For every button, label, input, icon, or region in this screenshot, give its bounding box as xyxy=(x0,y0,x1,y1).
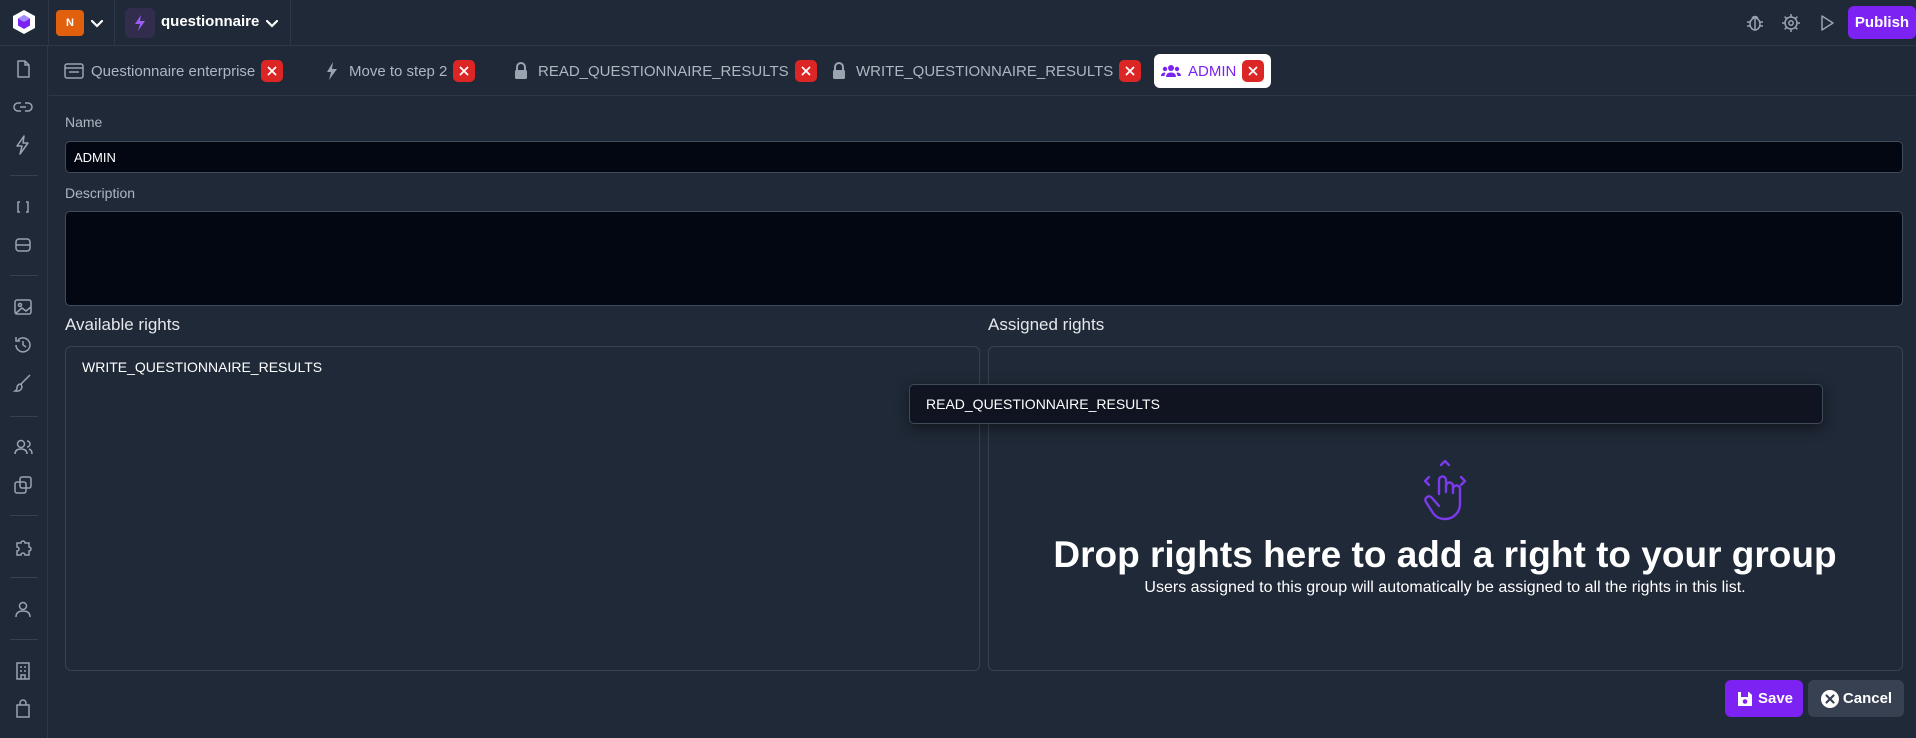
copy-icon[interactable] xyxy=(12,474,34,496)
tab-label: READ_QUESTIONNAIRE_RESULTS xyxy=(538,62,789,80)
dragging-right-item[interactable]: READ_QUESTIONNAIRE_RESULTS xyxy=(909,384,1823,424)
lock-icon xyxy=(833,62,845,79)
brush-icon[interactable] xyxy=(12,372,34,394)
tab-read-questionnaire-results[interactable]: READ_QUESTIONNAIRE_RESULTS xyxy=(510,54,817,88)
play-icon[interactable] xyxy=(1816,12,1838,34)
sidebar-separator xyxy=(10,515,38,516)
close-circle-icon xyxy=(1820,689,1839,708)
close-tab-button[interactable] xyxy=(453,60,476,82)
close-icon xyxy=(459,66,469,76)
history-icon[interactable] xyxy=(12,334,34,356)
tab-label: ADMIN xyxy=(1188,62,1237,80)
close-icon xyxy=(267,66,277,76)
close-tab-button[interactable] xyxy=(794,60,817,82)
sidebar xyxy=(0,46,48,738)
close-icon xyxy=(1125,66,1135,76)
cancel-button[interactable]: Cancel xyxy=(1808,680,1904,717)
save-button[interactable]: Save xyxy=(1725,680,1803,717)
description-textarea[interactable] xyxy=(65,211,1903,306)
tab-move-to-step-2[interactable]: Move to step 2 xyxy=(321,54,476,88)
users-group-icon xyxy=(1161,65,1181,77)
sidebar-separator xyxy=(10,577,38,578)
close-icon xyxy=(1248,66,1258,76)
document-icon[interactable] xyxy=(12,58,34,80)
description-label: Description xyxy=(65,185,136,201)
close-tab-button[interactable] xyxy=(1242,60,1265,82)
available-rights-list[interactable]: WRITE_QUESTIONNAIRE_RESULTS xyxy=(65,346,980,671)
lightning-icon[interactable] xyxy=(12,134,34,156)
drag-hand-icon xyxy=(1423,459,1467,521)
sidebar-separator xyxy=(10,175,38,176)
tab-label: Move to step 2 xyxy=(349,62,448,80)
app-icon[interactable] xyxy=(125,8,155,38)
close-tab-button[interactable] xyxy=(1119,60,1142,82)
database-icon[interactable] xyxy=(12,234,34,256)
divider xyxy=(48,0,49,46)
dropzone-subtitle: Users assigned to this group will automa… xyxy=(1144,579,1746,596)
lock-icon xyxy=(515,62,527,79)
tab-bar: Questionnaire enterprise Move to step 2 … xyxy=(49,46,1916,96)
tab-questionnaire-enterprise[interactable]: Questionnaire enterprise xyxy=(63,54,284,88)
cancel-label: Cancel xyxy=(1842,690,1893,707)
lightning-icon xyxy=(327,62,337,80)
building-icon[interactable] xyxy=(12,660,34,682)
bug-icon[interactable] xyxy=(1744,12,1766,34)
image-icon[interactable] xyxy=(12,296,34,318)
shopping-bag-icon[interactable] xyxy=(12,698,34,720)
divider xyxy=(290,0,291,46)
close-tab-button[interactable] xyxy=(261,60,284,82)
page-layout-icon xyxy=(64,63,84,79)
app-name[interactable]: questionnaire xyxy=(161,13,259,30)
name-label: Name xyxy=(65,114,103,130)
settings-icon[interactable] xyxy=(1780,12,1802,34)
floppy-disk-icon xyxy=(1737,691,1752,706)
available-right-item[interactable]: WRITE_QUESTIONNAIRE_RESULTS xyxy=(82,359,322,375)
name-input[interactable]: ADMIN xyxy=(65,141,1903,173)
chevron-down-icon[interactable] xyxy=(89,15,105,31)
users-icon[interactable] xyxy=(12,436,34,458)
publish-button[interactable]: Publish xyxy=(1848,6,1916,39)
org-avatar[interactable]: N xyxy=(56,10,84,36)
available-rights-title: Available rights xyxy=(65,315,180,334)
sidebar-separator xyxy=(10,416,38,417)
puzzle-icon[interactable] xyxy=(12,536,34,558)
brackets-icon[interactable] xyxy=(12,196,34,218)
assigned-rights-title: Assigned rights xyxy=(988,315,1105,334)
divider xyxy=(114,0,115,46)
lightning-icon xyxy=(135,15,145,31)
save-label: Save xyxy=(1757,690,1794,707)
tab-label: Questionnaire enterprise xyxy=(91,62,256,80)
dropzone-title: Drop rights here to add a right to your … xyxy=(1053,534,1837,575)
user-icon[interactable] xyxy=(12,598,34,620)
tab-admin[interactable]: ADMIN xyxy=(1154,54,1271,88)
app-logo-icon[interactable] xyxy=(10,8,38,36)
close-icon xyxy=(801,66,811,76)
sidebar-separator xyxy=(10,275,38,276)
chevron-down-icon[interactable] xyxy=(264,15,280,31)
tab-label: WRITE_QUESTIONNAIRE_RESULTS xyxy=(856,62,1114,80)
tab-write-questionnaire-results[interactable]: WRITE_QUESTIONNAIRE_RESULTS xyxy=(828,54,1142,88)
top-bar: N questionnaire Publish xyxy=(0,0,1916,46)
sidebar-separator xyxy=(10,639,38,640)
link-icon[interactable] xyxy=(12,96,34,118)
